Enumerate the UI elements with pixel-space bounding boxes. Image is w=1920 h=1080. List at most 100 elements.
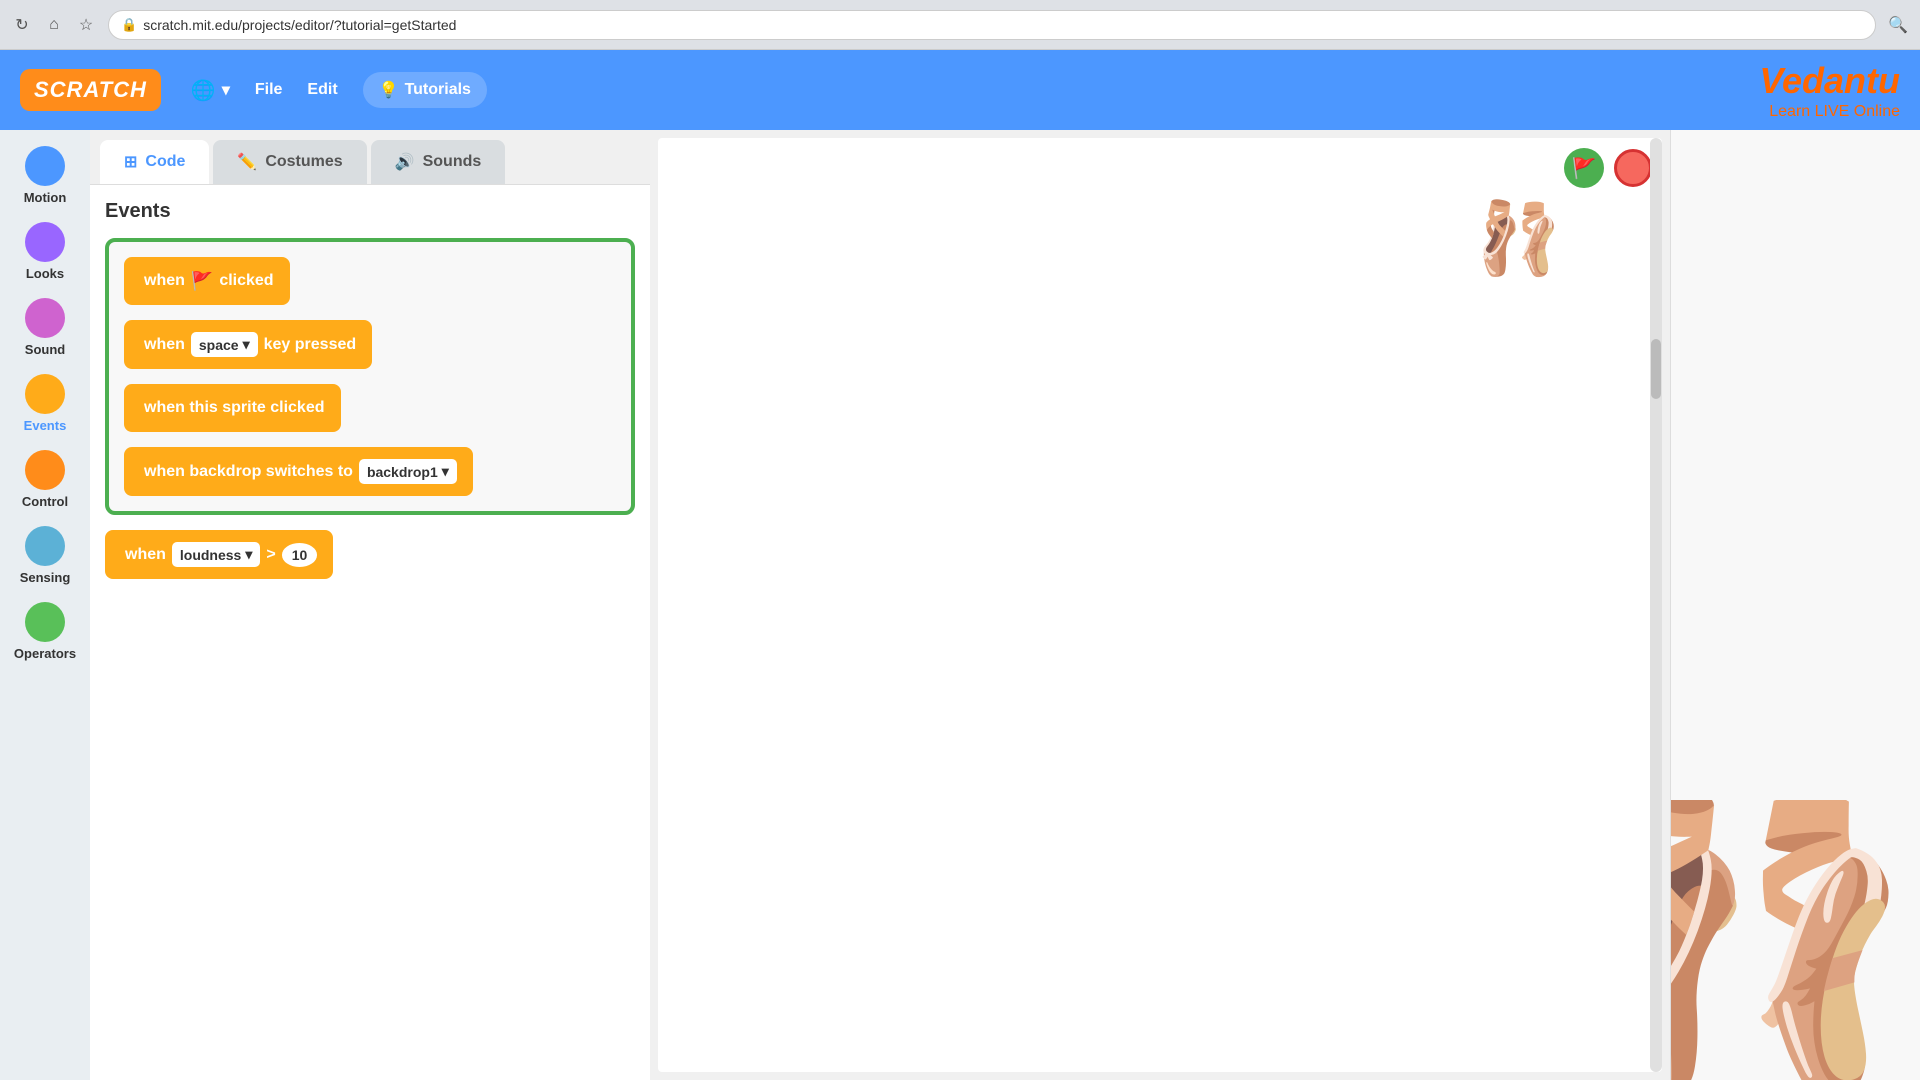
key-dropdown-arrow: ▾ (243, 336, 250, 353)
panel-title: Events (105, 200, 635, 223)
bulb-icon: 💡 (379, 80, 399, 100)
vedantu-name: Vedantu (1759, 59, 1900, 102)
vedantu-tagline: Learn LIVE Online (1759, 102, 1900, 121)
stage-scrollbar-thumb[interactable] (1651, 339, 1661, 399)
backdrop-block-body[interactable]: when backdrop switches to backdrop1 ▾ (124, 447, 473, 496)
when-loudness-block[interactable]: when loudness ▾ > 10 (105, 530, 635, 579)
when-sprite-clicked-block[interactable]: when this sprite clicked (124, 384, 616, 432)
globe-dropdown: ▾ (222, 80, 230, 100)
stage-sprite: 🩰 (1475, 198, 1562, 280)
tutorials-label: Tutorials (405, 81, 471, 99)
category-sensing[interactable]: Sensing (0, 520, 90, 591)
stage-scrollbar[interactable] (1650, 138, 1662, 1072)
category-motion[interactable]: Motion (0, 140, 90, 211)
vedantu-logo: Vedantu Learn LIVE Online (1759, 59, 1900, 121)
backdrop-value: backdrop1 (367, 464, 438, 480)
when-flag-clicked-block[interactable]: when 🚩 clicked (124, 257, 616, 305)
search-icon[interactable]: 🔍 (1886, 13, 1910, 37)
code-tab-icon: ⊞ (124, 152, 137, 172)
sensing-circle (25, 526, 65, 566)
loudness-block-body[interactable]: when loudness ▾ > 10 (105, 530, 333, 579)
category-control[interactable]: Control (0, 444, 90, 515)
control-label: Control (22, 494, 68, 509)
right-panel: 🩰 (1670, 130, 1920, 1080)
backdrop-text-before: when backdrop switches to (144, 463, 353, 481)
sprite-preview: 🩰 (1670, 800, 1920, 1080)
costumes-tab-label: Costumes (265, 153, 342, 171)
bookmark-icon[interactable]: ☆ (74, 13, 98, 37)
flag-icon: 🚩 (191, 271, 213, 292)
globe-icon: 🌐 (191, 78, 216, 103)
looks-label: Looks (26, 266, 64, 281)
blocks-panel-inner: Events when 🚩 clicked when (90, 185, 650, 1080)
greater-than: > (266, 546, 275, 564)
stage-controls: 🚩 (1564, 148, 1652, 188)
blocks-highlight: when 🚩 clicked when space ▾ (105, 238, 635, 515)
loudness-dropdown[interactable]: loudness ▾ (172, 542, 261, 567)
reload-icon[interactable]: ↻ (10, 13, 34, 37)
main-area: Motion Looks Sound Events Control Sensin… (0, 130, 1920, 1080)
loudness-dropdown-arrow: ▾ (245, 546, 252, 563)
globe-menu[interactable]: 🌐 ▾ (191, 78, 230, 103)
category-operators[interactable]: Operators (0, 596, 90, 667)
header-nav: 🌐 ▾ File Edit 💡 Tutorials (191, 72, 487, 108)
browser-bar: ↻ ⌂ ☆ 🔒 scratch.mit.edu/projects/editor/… (0, 0, 1920, 50)
sounds-tab-label: Sounds (423, 153, 482, 171)
file-menu[interactable]: File (255, 81, 283, 99)
tab-costumes[interactable]: ✏️ Costumes (213, 140, 366, 184)
green-flag-icon: 🚩 (1572, 156, 1597, 181)
lock-icon: 🔒 (121, 17, 137, 33)
backdrop-dropdown[interactable]: backdrop1 ▾ (359, 459, 457, 484)
looks-circle (25, 222, 65, 262)
flag-block-body[interactable]: when 🚩 clicked (124, 257, 290, 305)
backdrop-dropdown-arrow: ▾ (442, 463, 449, 480)
sensing-label: Sensing (20, 570, 71, 585)
address-bar[interactable]: 🔒 scratch.mit.edu/projects/editor/?tutor… (108, 10, 1876, 40)
when-flag-text: when (144, 272, 185, 290)
code-tab-label: Code (145, 153, 185, 171)
when-loudness-text: when (125, 546, 166, 564)
motion-circle (25, 146, 65, 186)
scratch-logo[interactable]: SCRATCH (20, 69, 161, 111)
key-pressed-text: key pressed (264, 336, 357, 354)
when-key-text: when (144, 336, 185, 354)
stage-area: 🚩 🩰 (658, 138, 1662, 1072)
header-right: Vedantu Learn LIVE Online (1759, 59, 1900, 121)
sprite-clicked-body[interactable]: when this sprite clicked (124, 384, 341, 432)
category-looks[interactable]: Looks (0, 216, 90, 287)
app-header: SCRATCH 🌐 ▾ File Edit 💡 Tutorials Vedant… (0, 50, 1920, 130)
category-sound[interactable]: Sound (0, 292, 90, 363)
clicked-text: clicked (219, 272, 273, 290)
category-events[interactable]: Events (0, 368, 90, 439)
tabs-area: ⊞ Code ✏️ Costumes 🔊 Sounds (90, 130, 650, 185)
blocks-panel: ⊞ Code ✏️ Costumes 🔊 Sounds Events (90, 130, 650, 1080)
key-block-body[interactable]: when space ▾ key pressed (124, 320, 372, 369)
sound-circle (25, 298, 65, 338)
events-label: Events (24, 418, 67, 433)
stop-button[interactable] (1614, 149, 1652, 187)
when-backdrop-switches-block[interactable]: when backdrop switches to backdrop1 ▾ (124, 447, 616, 496)
tutorials-button[interactable]: 💡 Tutorials (363, 72, 487, 108)
edit-menu[interactable]: Edit (307, 81, 337, 99)
tab-code[interactable]: ⊞ Code (100, 140, 209, 184)
key-value: space (199, 337, 239, 353)
key-dropdown[interactable]: space ▾ (191, 332, 258, 357)
browser-nav-icons: ↻ ⌂ ☆ (10, 13, 98, 37)
costumes-tab-icon: ✏️ (237, 152, 257, 172)
motion-label: Motion (24, 190, 67, 205)
green-flag-button[interactable]: 🚩 (1564, 148, 1604, 188)
home-icon[interactable]: ⌂ (42, 13, 66, 37)
loudness-number: 10 (282, 543, 318, 567)
control-circle (25, 450, 65, 490)
sprite-clicked-text: when this sprite clicked (144, 399, 325, 417)
category-panel: Motion Looks Sound Events Control Sensin… (0, 130, 90, 1080)
url-text: scratch.mit.edu/projects/editor/?tutoria… (143, 17, 456, 33)
sounds-tab-icon: 🔊 (395, 152, 415, 172)
blocks-list: Events when 🚩 clicked when (90, 185, 650, 1080)
sound-label: Sound (25, 342, 65, 357)
operators-circle (25, 602, 65, 642)
operators-label: Operators (14, 646, 76, 661)
tab-sounds[interactable]: 🔊 Sounds (371, 140, 506, 184)
when-key-pressed-block[interactable]: when space ▾ key pressed (124, 320, 616, 369)
loudness-value: loudness (180, 547, 241, 563)
